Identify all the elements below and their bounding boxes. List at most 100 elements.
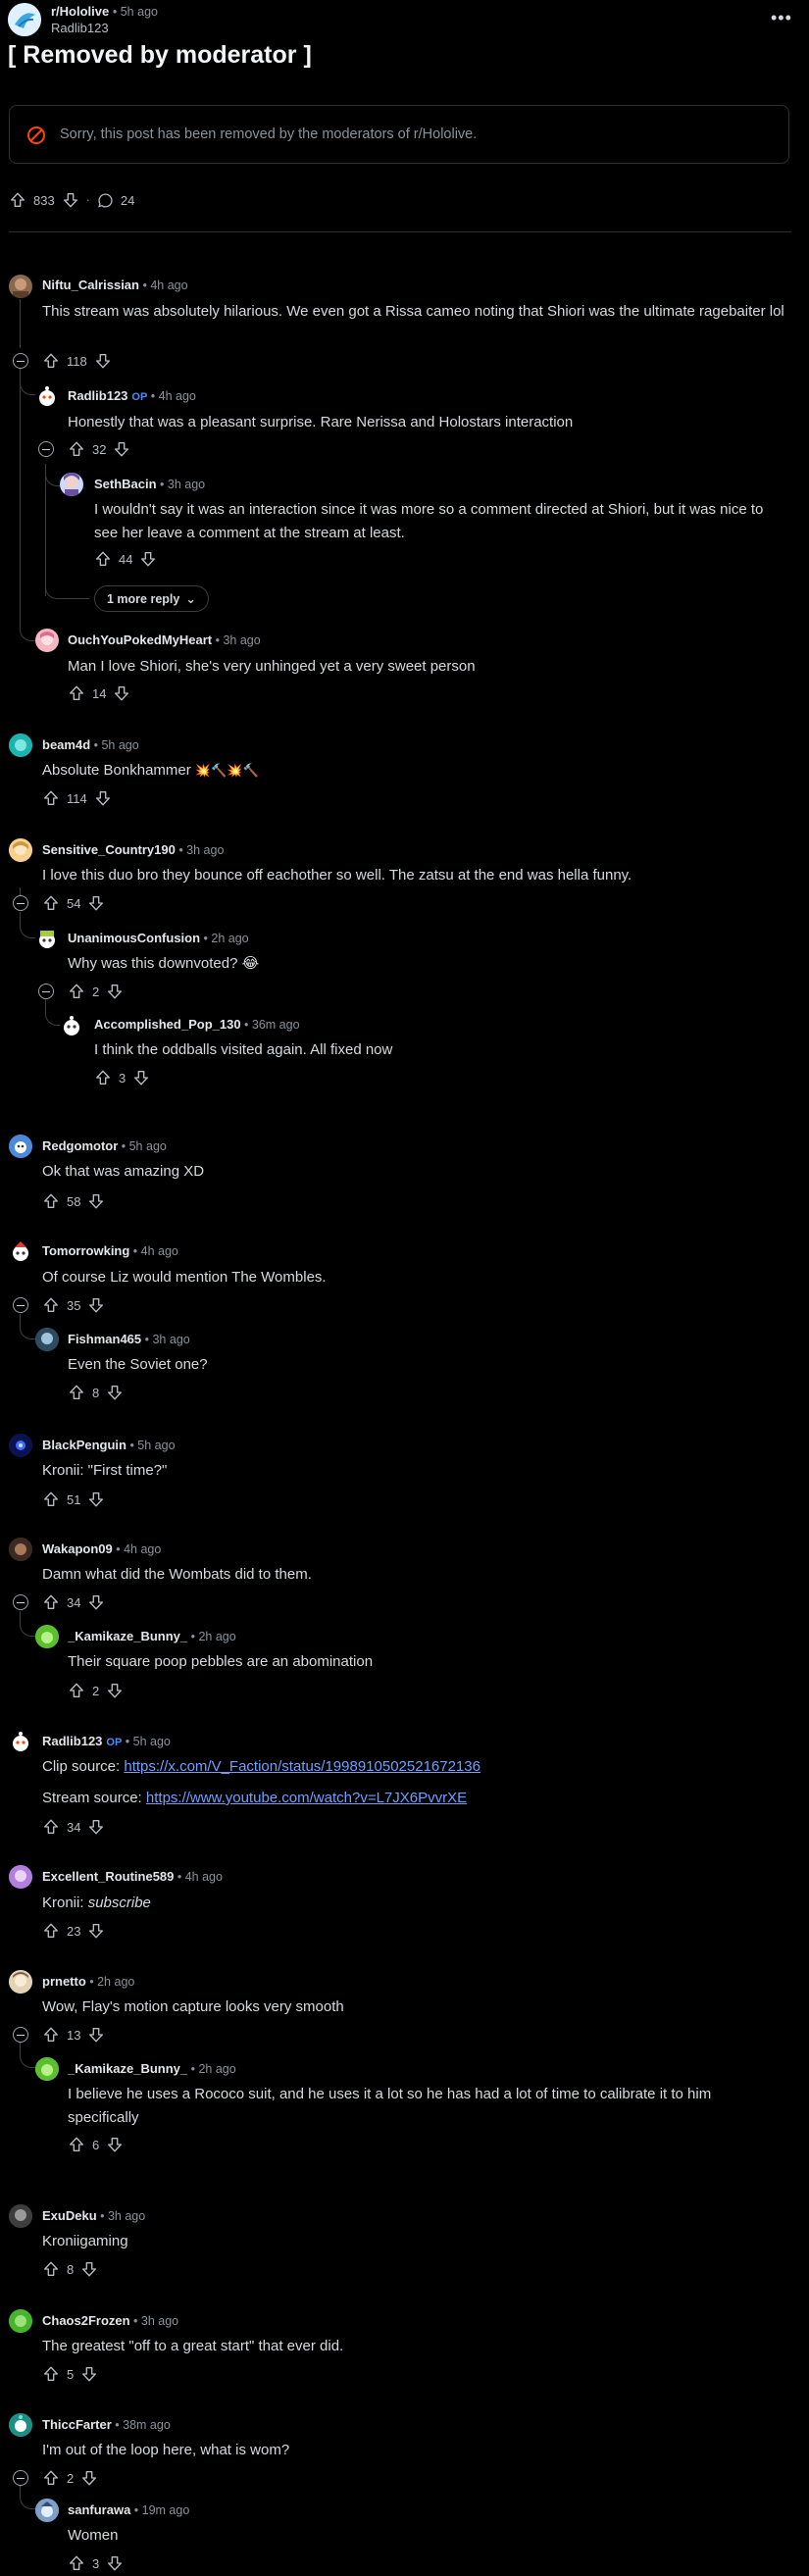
- collapse-thread-button[interactable]: [13, 1594, 28, 1610]
- upvote-icon[interactable]: [42, 1818, 60, 1836]
- upvote-icon[interactable]: [42, 1296, 60, 1314]
- upvote-icon[interactable]: [42, 2026, 60, 2044]
- avatar[interactable]: [35, 2057, 59, 2081]
- avatar[interactable]: [35, 927, 59, 950]
- upvote-icon[interactable]: [42, 2365, 60, 2383]
- upvote-icon[interactable]: [42, 894, 60, 912]
- avatar[interactable]: [9, 838, 32, 862]
- upvote-icon[interactable]: [68, 440, 85, 458]
- downvote-icon[interactable]: [94, 789, 112, 807]
- downvote-icon[interactable]: [62, 191, 79, 209]
- comment-author[interactable]: Excellent_Routine589: [42, 1869, 174, 1884]
- collapse-thread-button[interactable]: [13, 895, 28, 911]
- upvote-icon[interactable]: [9, 191, 26, 209]
- upvote-icon[interactable]: [68, 1682, 85, 1699]
- downvote-icon[interactable]: [87, 894, 105, 912]
- upvote-icon[interactable]: [42, 1192, 60, 1210]
- comment-author[interactable]: prnetto: [42, 1974, 86, 1989]
- comment-author[interactable]: OuchYouPokedMyHeart: [68, 632, 212, 647]
- upvote-icon[interactable]: [42, 2260, 60, 2278]
- upvote-icon[interactable]: [42, 1490, 60, 1508]
- upvote-icon[interactable]: [68, 2554, 85, 2572]
- avatar[interactable]: [35, 629, 59, 652]
- comment-author[interactable]: Redgomotor: [42, 1138, 118, 1153]
- downvote-icon[interactable]: [106, 983, 124, 1000]
- comment-author[interactable]: sanfurawa: [68, 2502, 130, 2517]
- downvote-icon[interactable]: [132, 1069, 150, 1086]
- downvote-icon[interactable]: [113, 440, 130, 458]
- avatar[interactable]: [9, 1135, 32, 1158]
- comment-author[interactable]: _Kamikaze_Bunny_: [68, 2061, 187, 2076]
- downvote-icon[interactable]: [87, 1296, 105, 1314]
- comment-author[interactable]: SethBacin: [94, 477, 157, 491]
- downvote-icon[interactable]: [87, 2026, 105, 2044]
- upvote-icon[interactable]: [68, 684, 85, 702]
- collapse-thread-button[interactable]: [13, 2027, 28, 2043]
- comment-author[interactable]: BlackPenguin: [42, 1438, 126, 1452]
- comment-author[interactable]: Chaos2Frozen: [42, 2313, 130, 2328]
- avatar[interactable]: [9, 1865, 32, 1889]
- downvote-icon[interactable]: [87, 1192, 105, 1210]
- comment-author[interactable]: Fishman465: [68, 1332, 141, 1346]
- downvote-icon[interactable]: [94, 352, 112, 370]
- avatar[interactable]: [9, 1434, 32, 1457]
- avatar[interactable]: [9, 1970, 32, 1994]
- avatar[interactable]: [35, 384, 59, 408]
- avatar[interactable]: [9, 1730, 32, 1753]
- upvote-icon[interactable]: [68, 983, 85, 1000]
- downvote-icon[interactable]: [87, 1490, 105, 1508]
- comment-author[interactable]: UnanimousConfusion: [68, 931, 200, 945]
- downvote-icon[interactable]: [80, 2260, 98, 2278]
- comment-author[interactable]: Wakapon09: [42, 1541, 113, 1556]
- avatar[interactable]: [9, 2309, 32, 2333]
- avatar[interactable]: [60, 1014, 83, 1037]
- subreddit-avatar[interactable]: [8, 3, 41, 36]
- subreddit-name[interactable]: r/Hololive: [51, 4, 109, 19]
- comment-author[interactable]: beam4d: [42, 737, 90, 752]
- downvote-icon[interactable]: [139, 550, 157, 568]
- collapse-thread-button[interactable]: [38, 441, 54, 457]
- comment-author[interactable]: Tomorrowking: [42, 1243, 129, 1258]
- downvote-icon[interactable]: [106, 2136, 124, 2153]
- upvote-icon[interactable]: [68, 1384, 85, 1401]
- comment-author[interactable]: ExuDeku: [42, 2208, 97, 2223]
- upvote-icon[interactable]: [42, 789, 60, 807]
- avatar[interactable]: [9, 733, 32, 757]
- downvote-icon[interactable]: [113, 684, 130, 702]
- avatar[interactable]: [9, 275, 32, 298]
- upvote-icon[interactable]: [68, 2136, 85, 2153]
- more-options-icon[interactable]: •••: [771, 8, 792, 28]
- upvote-icon[interactable]: [94, 1069, 112, 1086]
- downvote-icon[interactable]: [106, 1384, 124, 1401]
- collapse-thread-button[interactable]: [13, 1297, 28, 1313]
- upvote-icon[interactable]: [42, 2469, 60, 2487]
- avatar[interactable]: [60, 473, 83, 496]
- downvote-icon[interactable]: [87, 1593, 105, 1611]
- comment-author[interactable]: ThiccFarter: [42, 2417, 112, 2432]
- comment-author[interactable]: Niftu_Calrissian: [42, 278, 139, 292]
- comment-author[interactable]: Radlib123: [42, 1734, 102, 1748]
- downvote-icon[interactable]: [106, 2554, 124, 2572]
- comment-icon[interactable]: [97, 192, 114, 209]
- comment-author[interactable]: Accomplished_Pop_130: [94, 1017, 241, 1032]
- downvote-icon[interactable]: [87, 1922, 105, 1940]
- upvote-icon[interactable]: [42, 1922, 60, 1940]
- upvote-icon[interactable]: [42, 1593, 60, 1611]
- comment-author[interactable]: _Kamikaze_Bunny_: [68, 1629, 187, 1643]
- stream-source-link[interactable]: https://www.youtube.com/watch?v=L7JX6Pvv…: [146, 1790, 467, 1806]
- downvote-icon[interactable]: [106, 1682, 124, 1699]
- avatar[interactable]: [9, 1239, 32, 1263]
- clip-source-link[interactable]: https://x.com/V_Faction/status/199891050…: [124, 1758, 480, 1775]
- avatar[interactable]: [35, 1328, 59, 1351]
- avatar[interactable]: [9, 2413, 32, 2437]
- downvote-icon[interactable]: [80, 2469, 98, 2487]
- collapse-thread-button[interactable]: [13, 2470, 28, 2486]
- collapse-thread-button[interactable]: [13, 353, 28, 369]
- avatar[interactable]: [35, 2499, 59, 2522]
- post-author[interactable]: Radlib123: [51, 21, 109, 35]
- avatar[interactable]: [9, 2204, 32, 2228]
- comment-author[interactable]: Radlib123: [68, 388, 127, 403]
- upvote-icon[interactable]: [94, 550, 112, 568]
- downvote-icon[interactable]: [80, 2365, 98, 2383]
- avatar[interactable]: [9, 1538, 32, 1561]
